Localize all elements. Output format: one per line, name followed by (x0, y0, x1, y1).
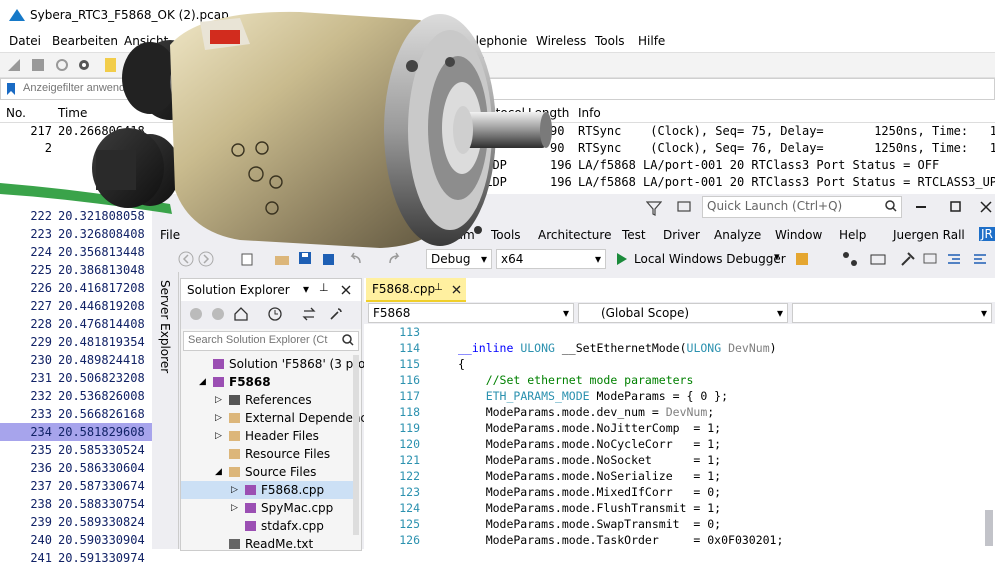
packet-no: 241 (30, 551, 52, 565)
encoder-shaft (453, 106, 552, 154)
rotary-encoder-photo (0, 11, 552, 248)
packet-row[interactable]: 241 20.591330974 (0, 549, 995, 567)
warning-label (210, 30, 240, 44)
cable-connector-lower (92, 128, 180, 208)
packet-time: 20.591330974 (58, 551, 145, 565)
